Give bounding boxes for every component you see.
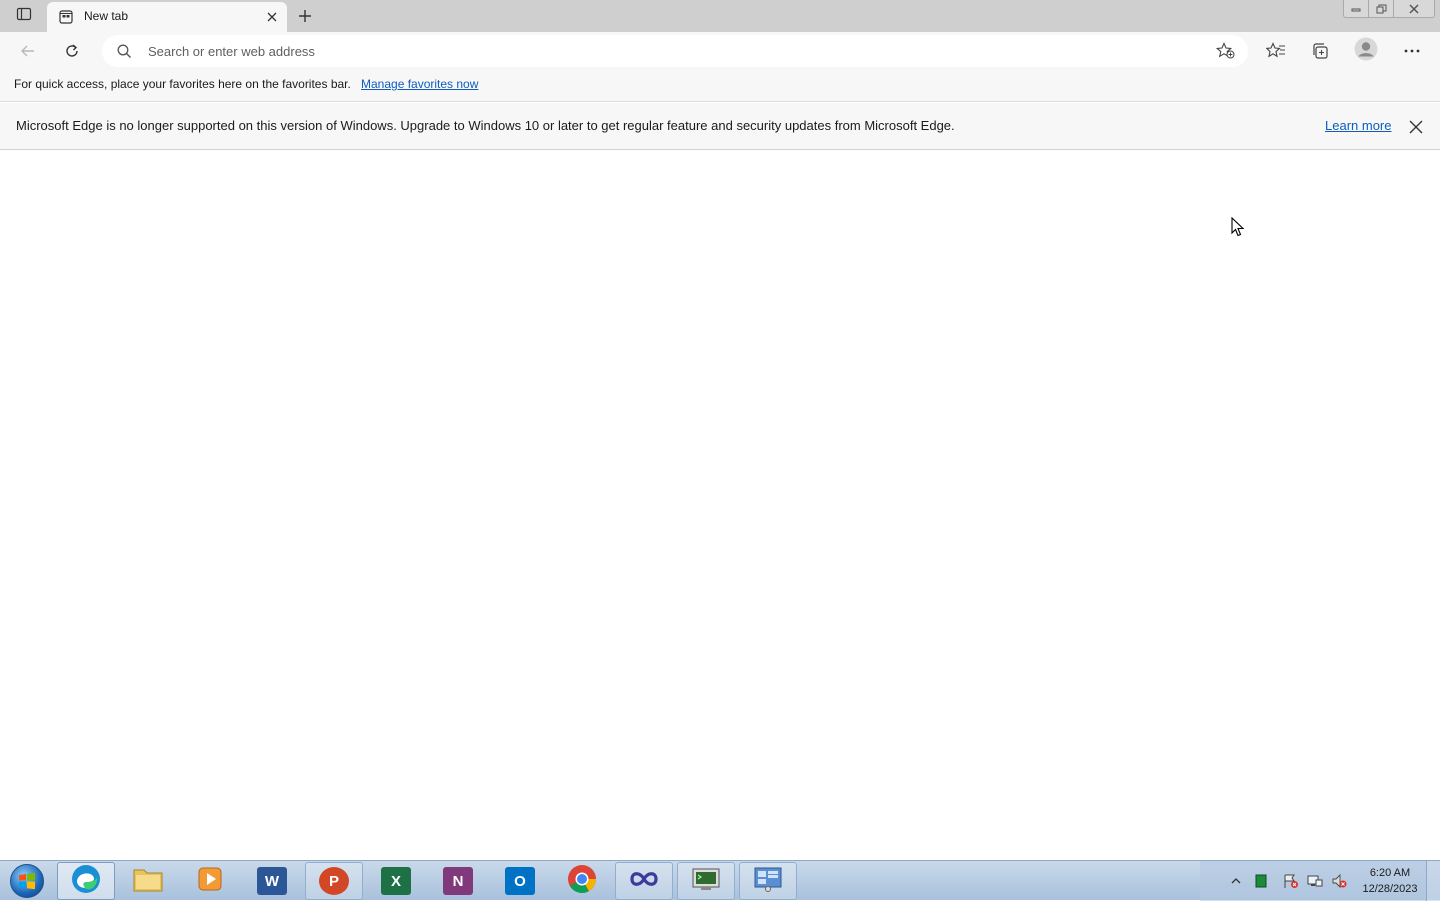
favorites-bar-message: For quick access, place your favorites h… (14, 77, 351, 91)
taskbar-excel[interactable]: X (367, 862, 425, 900)
taskbar-powerpoint[interactable]: P (305, 862, 363, 900)
close-icon (1409, 120, 1423, 134)
infobar-close-button[interactable] (1406, 117, 1426, 137)
search-icon (116, 43, 132, 64)
plus-icon (299, 10, 311, 22)
network-icon[interactable] (1307, 873, 1323, 889)
excel-icon: X (381, 867, 411, 895)
start-button[interactable] (6, 862, 48, 900)
more-icon (1404, 49, 1420, 53)
outlook-icon: O (505, 867, 535, 895)
profile-button[interactable] (1352, 37, 1380, 66)
taskbar-edge[interactable] (57, 862, 115, 900)
star-add-icon (1216, 42, 1235, 59)
tab-actions-button[interactable] (8, 5, 40, 27)
collections-button[interactable] (1306, 38, 1334, 64)
learn-more-link[interactable]: Learn more (1325, 118, 1391, 133)
chevron-up-icon (1231, 878, 1241, 884)
favorites-bar: For quick access, place your favorites h… (0, 70, 1440, 102)
settings-more-button[interactable] (1398, 38, 1426, 64)
favorites-list-icon (1266, 42, 1285, 58)
manage-favorites-link[interactable]: Manage favorites now (361, 77, 478, 91)
onenote-icon: N (443, 867, 473, 895)
chrome-icon (567, 864, 597, 899)
show-hidden-icons-button[interactable] (1228, 873, 1244, 889)
powerpoint-icon: P (319, 867, 349, 895)
control-panel-icon (753, 866, 783, 897)
close-icon (1409, 3, 1419, 14)
clock-time: 6:20 AM (1369, 867, 1411, 879)
tab-actions-icon (16, 6, 32, 27)
taskbar-terminal[interactable] (677, 862, 735, 900)
tab-strip: New tab (0, 0, 1440, 32)
window-close-button[interactable] (1393, 0, 1435, 18)
add-to-favorites-button[interactable] (1214, 41, 1238, 61)
restore-icon (1376, 4, 1386, 13)
show-desktop-button[interactable] (1426, 861, 1440, 901)
page-content[interactable] (0, 150, 1440, 860)
infobar-message: Microsoft Edge is no longer supported on… (16, 118, 955, 133)
refresh-icon (66, 44, 78, 57)
infinity-icon (627, 869, 661, 894)
taskbar-word[interactable]: W (243, 862, 301, 900)
windows-taskbar: W P X N O 6:20 AM 12/28/2023 (0, 860, 1440, 901)
collections-icon (1313, 43, 1328, 59)
taskbar-media-player[interactable] (181, 862, 239, 900)
windows-logo-icon (10, 864, 44, 898)
taskbar-control-panel[interactable] (739, 862, 797, 900)
back-button[interactable] (14, 38, 42, 64)
taskbar-file-explorer[interactable] (119, 862, 177, 900)
minimize-icon (1351, 8, 1361, 11)
mouse-cursor-icon (1231, 216, 1245, 242)
taskbar-onenote[interactable]: N (429, 862, 487, 900)
media-player-icon (196, 865, 224, 898)
unsupported-os-infobar: Microsoft Edge is no longer supported on… (0, 103, 1440, 150)
taskbar-chrome[interactable] (553, 862, 611, 900)
back-arrow-icon (21, 45, 34, 57)
taskbar-visual-studio[interactable] (615, 862, 673, 900)
tray-app-icon[interactable] (1253, 873, 1269, 889)
minimize-button[interactable] (1343, 0, 1369, 18)
word-icon: W (257, 867, 287, 895)
terminal-icon (691, 866, 721, 897)
favorites-button[interactable] (1262, 38, 1290, 64)
volume-muted-icon[interactable] (1331, 873, 1347, 889)
system-clock[interactable]: 6:20 AM 12/28/2023 (1355, 865, 1425, 897)
address-input[interactable] (148, 42, 1148, 60)
clock-date: 12/28/2023 (1362, 883, 1418, 895)
folder-icon (132, 865, 164, 898)
action-center-flag-icon[interactable] (1283, 873, 1299, 889)
edge-icon (70, 863, 102, 900)
browser-toolbar (0, 32, 1440, 70)
new-tab-button[interactable] (293, 4, 317, 28)
taskbar-outlook[interactable]: O (491, 862, 549, 900)
tab-new-tab[interactable]: New tab (47, 2, 287, 32)
restore-button[interactable] (1368, 0, 1394, 18)
tab-title: New tab (84, 9, 129, 23)
refresh-button[interactable] (58, 38, 86, 64)
avatar (1354, 37, 1378, 66)
address-bar[interactable] (102, 35, 1248, 67)
close-icon (267, 12, 277, 22)
new-tab-page-icon (59, 10, 73, 29)
tab-close-button[interactable] (263, 8, 281, 26)
